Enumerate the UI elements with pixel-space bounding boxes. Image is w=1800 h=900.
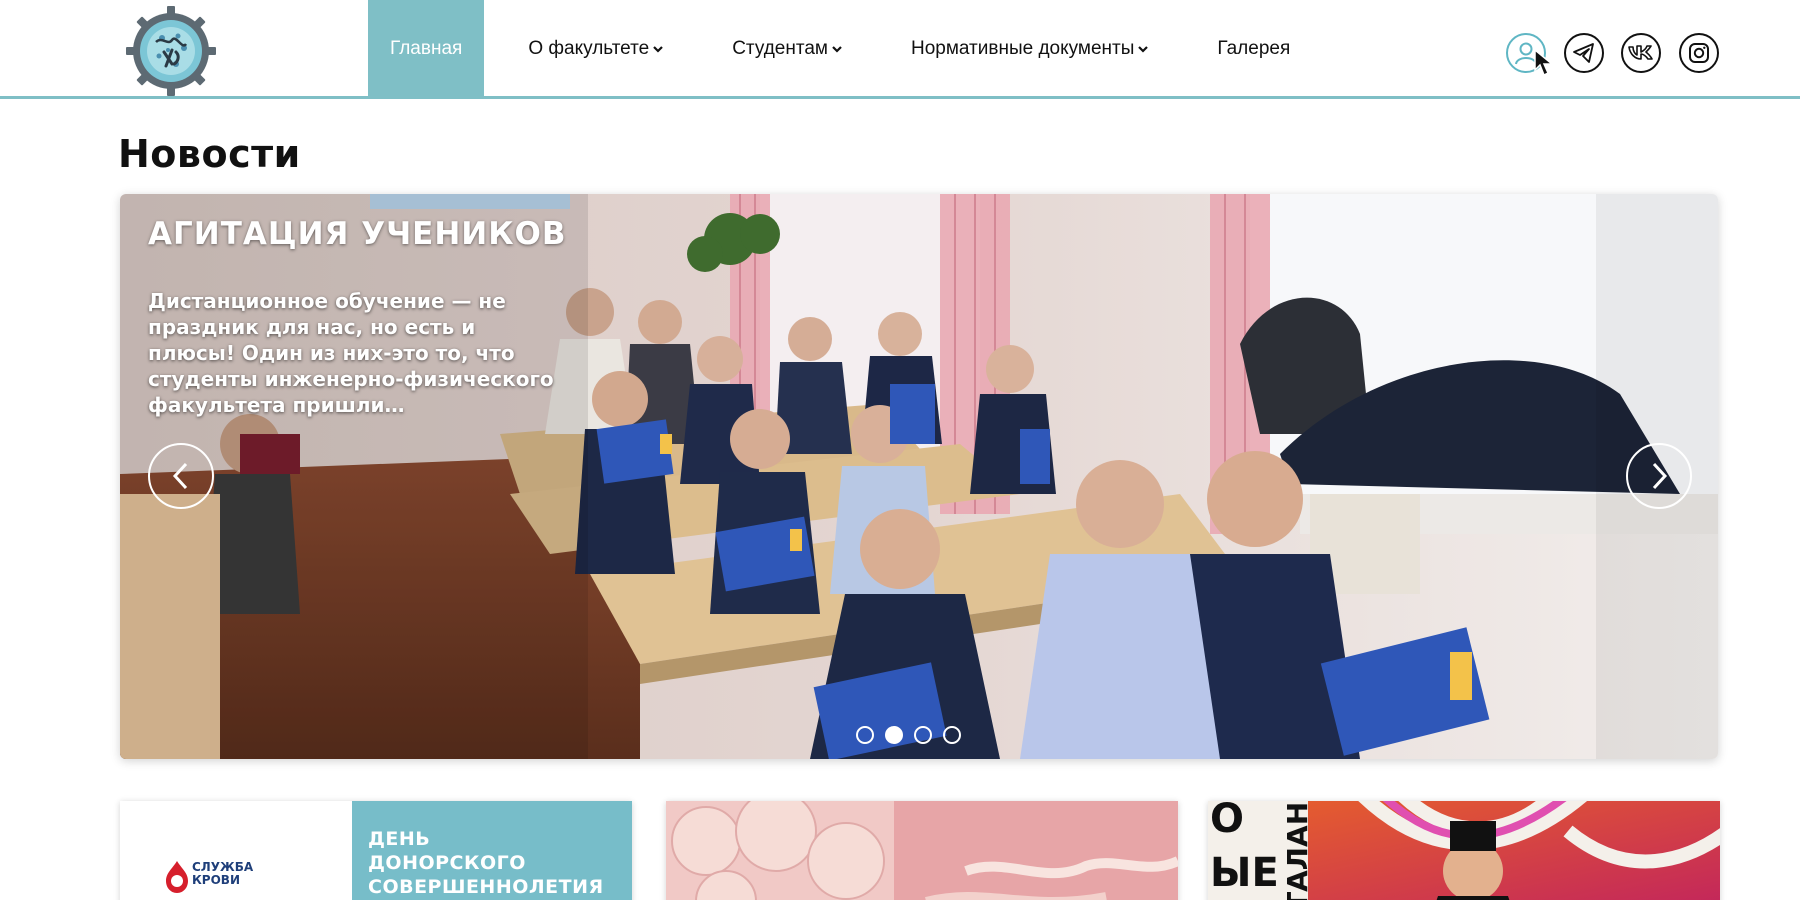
- slider-next-button[interactable]: [1626, 443, 1692, 509]
- nav-item-about[interactable]: О факультете: [506, 0, 686, 97]
- card-title-line: ДОНОРСКОГО: [368, 852, 526, 874]
- card-title-line: СОВЕРШЕННОЛЕТИЯ: [368, 876, 604, 898]
- vk-link[interactable]: [1621, 33, 1661, 73]
- site-header: Главная О факультете Студентам Нормативн…: [0, 0, 1800, 99]
- nav-item-students[interactable]: Студентам: [710, 0, 865, 97]
- telegram-icon: [1573, 43, 1594, 63]
- slider-dot[interactable]: [856, 726, 874, 744]
- chevron-left-icon: [172, 462, 188, 490]
- card-title: ДЕНЬ ДОНОРСКОГО СОВЕРШЕННОЛЕТИЯ: [368, 827, 604, 899]
- card-image: [666, 801, 1178, 900]
- nav-item-label: Нормативные документы: [910, 37, 1135, 59]
- chevron-down-icon: [653, 45, 663, 53]
- faculty-logo[interactable]: [126, 6, 216, 96]
- nav-item-label: Главная: [390, 37, 463, 59]
- chevron-down-icon: [1138, 45, 1149, 53]
- page-title: Новости: [118, 132, 301, 176]
- card-text: ТАЛАН: [1281, 801, 1314, 900]
- nav-item-main[interactable]: Главная: [368, 0, 485, 97]
- card-title-line: ДЕНЬ: [368, 828, 431, 850]
- telegram-link[interactable]: [1564, 33, 1604, 73]
- logo-text-line: КРОВИ: [192, 873, 240, 887]
- cursor-icon: [1534, 48, 1555, 77]
- slide-title[interactable]: АГИТАЦИЯ УЧЕНИКОВ: [148, 216, 567, 252]
- news-card[interactable]: СЛУЖБА КРОВИ ДЕНЬ ДОНОРСКОГО СОВЕРШЕННОЛ…: [120, 801, 632, 900]
- slider-dot[interactable]: [943, 726, 961, 744]
- news-slider[interactable]: АГИТАЦИЯ УЧЕНИКОВ Дистанционное обучение…: [120, 194, 1718, 759]
- instagram-icon: [1689, 43, 1709, 63]
- slider-prev-button[interactable]: [148, 443, 214, 509]
- nav-item-gallery[interactable]: Галерея: [1195, 0, 1312, 97]
- blood-service-logo: СЛУЖБА КРОВИ: [162, 857, 272, 897]
- card-text: ЫЕ: [1210, 850, 1279, 896]
- nav-item-label: Галерея: [1217, 37, 1291, 59]
- slider-dot-active[interactable]: [885, 726, 903, 744]
- nav-item-label: О факультете: [528, 37, 650, 59]
- heart-drop-icon: [166, 861, 188, 893]
- nav-item-documents[interactable]: Нормативные документы: [889, 0, 1171, 97]
- slider-dots: [856, 726, 961, 744]
- chevron-right-icon: [1652, 462, 1668, 490]
- slide-excerpt: Дистанционное обучение — не праздник для…: [148, 289, 554, 417]
- instagram-link[interactable]: [1679, 33, 1719, 73]
- chevron-down-icon: [832, 45, 842, 53]
- card-image-right: ДЕНЬ ДОНОРСКОГО СОВЕРШЕННОЛЕТИЯ: [352, 801, 632, 900]
- card-image-left: СЛУЖБА КРОВИ: [120, 801, 352, 900]
- main-nav: Главная О факультете Студентам Нормативн…: [368, 0, 1312, 97]
- card-text: О: [1210, 801, 1245, 842]
- news-card[interactable]: [666, 801, 1178, 900]
- news-card[interactable]: О ЫЕ ТАЛАН: [1208, 801, 1720, 900]
- vk-icon: [1628, 45, 1653, 60]
- slider-dot[interactable]: [914, 726, 932, 744]
- nav-item-label: Студентам: [732, 37, 828, 59]
